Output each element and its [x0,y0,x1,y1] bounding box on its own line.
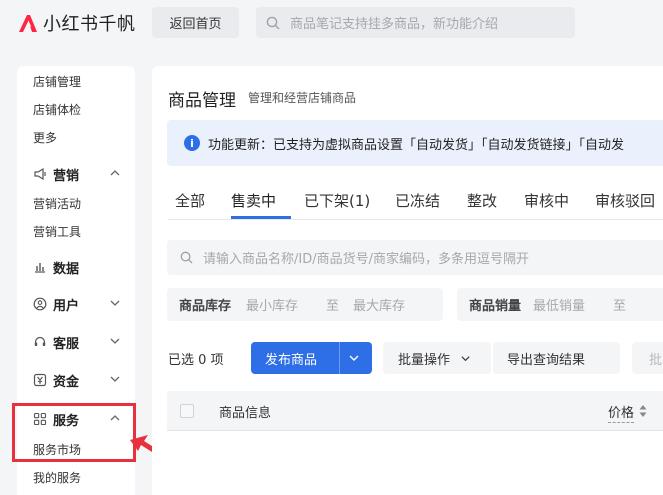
status-tabs: 全部 售卖中 已下架(1) 已冻结 整改 审核中 审核驳回 [168,180,663,220]
export-results-button[interactable]: 导出查询结果 [493,342,620,374]
notice-text: 功能更新：已支持为虚拟商品设置「自动发货」「自动发货链接」「自动发 [208,137,625,153]
chevron-down-icon [461,355,470,361]
sales-filter-label: 商品销量 [469,299,522,314]
sidebar-item-shop-manage[interactable]: 店铺管理 [33,73,81,90]
column-header-price[interactable]: 价格 [608,402,635,423]
tab-on-sale[interactable]: 售卖中 [231,190,276,211]
bar-chart-icon [33,260,47,274]
headset-icon [33,335,47,349]
stock-range-separator: 至 [326,299,340,314]
sidebar-group-funds[interactable]: 资金 [33,369,121,391]
chevron-down-icon [110,300,120,306]
main-panel: 商品管理 管理和经营店铺商品 i 功能更新：已支持为虚拟商品设置「自动发货」「自… [152,66,663,495]
logo-icon [19,15,37,32]
page-title: 商品管理 [168,91,236,111]
notice-banner: i 功能更新：已支持为虚拟商品设置「自动发货」「自动发货链接」「自动发 [167,120,663,166]
logo-text: 小红书千帆 [43,14,136,35]
info-icon: i [184,135,200,151]
sales-range-separator: 至 [613,299,627,314]
chevron-down-icon[interactable] [348,352,360,364]
tab-frozen[interactable]: 已冻结 [395,190,440,211]
sidebar-group-label: 数据 [53,261,80,277]
batch-actions-button[interactable]: 批量操作 [383,342,491,374]
more-batch-button[interactable]: 批 [632,342,663,374]
page-subtitle: 管理和经营店铺商品 [248,91,357,105]
sidebar-item-service-market[interactable]: 服务市场 [33,441,81,458]
sidebar-item-shop-check[interactable]: 店铺体检 [33,101,81,118]
publish-divider [339,342,340,374]
sidebar-group-services[interactable]: 服务 [33,408,121,430]
chevron-up-icon [110,415,120,421]
publish-button[interactable]: 发布商品 [251,342,372,374]
megaphone-icon [33,167,47,181]
sidebar-group-label: 服务 [53,413,80,429]
user-icon [33,297,47,311]
select-all-checkbox[interactable] [180,404,194,418]
global-search[interactable]: 商品笔记支持挂多商品，新功能介绍 [256,7,575,38]
sidebar-item-marketing-tools[interactable]: 营销工具 [33,223,81,240]
sales-min-input[interactable]: 最低销量 [533,295,585,314]
yen-icon [33,373,47,387]
tab-off-shelf[interactable]: 已下架(1) [304,190,370,211]
sidebar-group-label: 客服 [53,336,80,352]
sidebar-group-label: 用户 [53,298,80,314]
product-search-input[interactable]: 请输入商品名称/ID/商品货号/商家编码，多条用逗号隔开 [167,240,663,275]
top-bar: 小红书千帆 返回首页 商品笔记支持挂多商品，新功能介绍 [0,0,663,46]
home-button[interactable]: 返回首页 [152,7,239,38]
product-search-placeholder: 请输入商品名称/ID/商品货号/商家编码，多条用逗号隔开 [203,252,529,267]
search-icon [180,251,193,264]
sidebar-group-label: 营销 [53,168,80,184]
logo[interactable]: 小红书千帆 [17,10,136,36]
sidebar-group-marketing[interactable]: 营销 [33,163,121,185]
sidebar-group-data[interactable]: 数据 [33,256,121,278]
sidebar-item-marketing-activity[interactable]: 营销活动 [33,195,81,212]
publish-button-label: 发布商品 [265,353,318,368]
sort-icon[interactable] [639,404,647,418]
table-header: 商品信息 价格 [167,391,663,431]
active-tab-indicator [231,216,291,219]
stock-filter-label: 商品库存 [179,299,232,314]
column-header-info: 商品信息 [219,406,272,421]
sidebar-group-customer-service[interactable]: 客服 [33,331,121,353]
sales-range-filter: 商品销量 最低销量 至 [457,288,663,321]
chevron-up-icon [110,170,120,176]
sidebar-item-more[interactable]: 更多 [33,129,57,146]
search-placeholder: 商品笔记支持挂多商品，新功能介绍 [290,17,499,32]
sidebar-group-users[interactable]: 用户 [33,293,121,315]
tab-rectify[interactable]: 整改 [467,190,497,211]
stock-max-input[interactable]: 最大库存 [353,295,405,314]
stock-min-input[interactable]: 最小库存 [246,295,298,314]
tab-reviewing[interactable]: 审核中 [524,190,569,211]
selected-count: 已选 0 项 [168,353,224,368]
sidebar: 店铺管理 店铺体检 更多 营销 营销活动 营销工具 数据 用户 客服 资金 服务… [17,66,135,495]
sidebar-group-label: 资金 [53,374,80,390]
stock-range-filter: 商品库存 最小库存 至 最大库存 [167,288,443,321]
tab-all[interactable]: 全部 [175,190,205,211]
grid-icon [33,412,47,426]
chevron-down-icon [110,338,120,344]
tab-rejected[interactable]: 审核驳回 [595,190,655,211]
search-icon [266,16,280,29]
batch-actions-label: 批量操作 [398,352,451,368]
chevron-down-icon [110,376,120,382]
sidebar-item-my-services[interactable]: 我的服务 [33,469,81,486]
